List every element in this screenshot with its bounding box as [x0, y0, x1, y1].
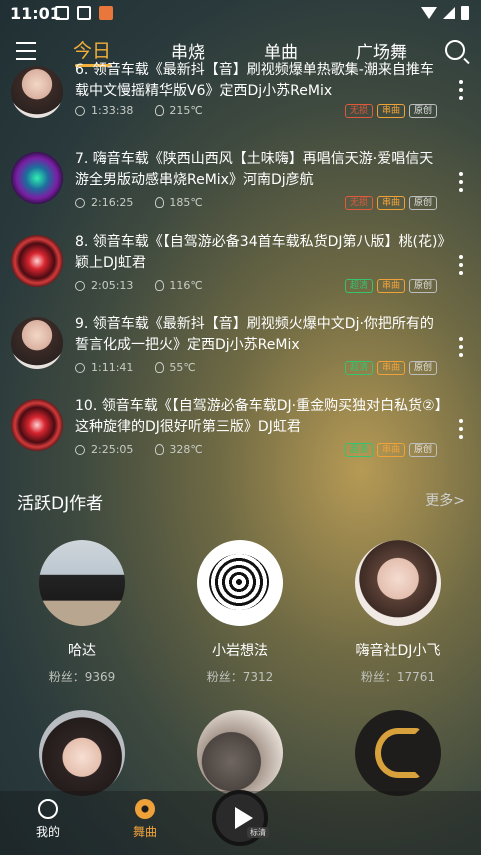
- badge-medley: 串曲: [376, 104, 405, 118]
- avatar: [197, 710, 283, 796]
- track-item[interactable]: 9. 领音车载《最新抖【音】刷视频火爆中文Dj·你把所有的誓言化成一把火》定西D…: [0, 316, 481, 397]
- dj-card[interactable]: 嗨音社DJ小飞 粉丝：17761: [328, 540, 468, 685]
- badge-hd: 超清: [344, 443, 373, 457]
- track-title: 7. 嗨音车载《陕西山西风【土味嗨】再唱信天游·爱唱信天游全男版动感串烧ReMi…: [75, 151, 434, 188]
- track-title: 9. 领音车载《最新抖【音】刷视频火爆中文Dj·你把所有的誓言化成一把火》定西D…: [75, 316, 434, 353]
- badge-medley: 串曲: [376, 361, 405, 375]
- track-duration: 1:11:41: [91, 361, 134, 374]
- track-heat: 116℃: [169, 279, 203, 292]
- track-item[interactable]: 7. 嗨音车载《陕西山西风【土味嗨】再唱信天游·爱唱信天游全男版动感串烧ReMi…: [0, 151, 481, 232]
- section-title: 活跃DJ作者: [17, 494, 104, 514]
- quality-tag: 标清: [247, 827, 269, 838]
- avatar: [197, 540, 283, 626]
- notification-icon: [77, 6, 91, 20]
- track-item[interactable]: 10. 领音车载《【自驾游必备车载DJ·重金购买独对白私货②】这种旋律的DJ很好…: [0, 398, 481, 479]
- track-heat: 328℃: [169, 443, 203, 456]
- dj-card[interactable]: [12, 710, 152, 796]
- more-options-icon[interactable]: [459, 255, 463, 279]
- clock-icon: [75, 197, 85, 208]
- status-bar: 11:01: [0, 0, 481, 26]
- track-cover: [11, 399, 63, 451]
- more-options-icon[interactable]: [459, 80, 463, 104]
- signal-icon: [443, 7, 455, 19]
- dj-name: 小岩想法: [212, 643, 268, 659]
- track-duration: 2:16:25: [91, 196, 134, 209]
- smile-icon: [38, 799, 58, 819]
- track-cover: [11, 317, 63, 369]
- tab-today[interactable]: 今日: [73, 36, 111, 63]
- nav-mine-label: 我的: [35, 825, 60, 839]
- menu-icon[interactable]: [16, 42, 36, 66]
- track-cover: [11, 66, 63, 118]
- avatar: [355, 710, 441, 796]
- avatar: [39, 540, 125, 626]
- clock-icon: [75, 280, 85, 291]
- badge-original: 原创: [408, 443, 437, 457]
- dj-name: 嗨音社DJ小飞: [355, 643, 441, 659]
- track-item[interactable]: 6. 领音车载《最新抖【音】刷视频爆单热歌集-潮来自推车载中文慢摇精华版V6》定…: [0, 62, 481, 146]
- more-options-icon[interactable]: [459, 337, 463, 361]
- track-title: 8. 领音车载《【自驾游必备34首车载私货DJ第八版】桃(花)》颖上DJ虹君: [75, 234, 445, 271]
- badge-hd: 超清: [344, 279, 373, 293]
- badge-original: 原创: [408, 104, 437, 118]
- status-time: 11:01: [10, 4, 61, 23]
- nav-mine[interactable]: 我的: [18, 799, 78, 840]
- dj-name: 哈达: [68, 643, 96, 659]
- track-heat: 185℃: [169, 196, 203, 209]
- battery-icon: [461, 6, 469, 20]
- dj-card[interactable]: 哈达 粉丝：9369: [12, 540, 152, 685]
- dj-card[interactable]: [328, 710, 468, 796]
- nav-dance-label: 舞曲: [132, 825, 157, 839]
- avatar: [39, 710, 125, 796]
- badge-medley: 串曲: [376, 443, 405, 457]
- track-cover: [11, 152, 63, 204]
- more-options-icon[interactable]: [459, 419, 463, 443]
- track-duration: 2:05:13: [91, 279, 134, 292]
- track-duration: 2:25:05: [91, 443, 134, 456]
- heat-icon: [155, 362, 165, 373]
- dj-fans: 粉丝：7312: [206, 670, 274, 684]
- avatar: [355, 540, 441, 626]
- dj-fans: 粉丝：9369: [48, 670, 116, 684]
- heat-icon: [155, 105, 165, 116]
- badge-lossless: 无损: [344, 104, 373, 118]
- badge-lossless: 无损: [344, 196, 373, 210]
- track-title: 10. 领音车载《【自驾游必备车载DJ·重金购买独对白私货②】这种旋律的DJ很好…: [75, 398, 442, 435]
- badge-hd: 超清: [344, 361, 373, 375]
- search-icon[interactable]: [445, 40, 465, 60]
- track-cover: [11, 235, 63, 287]
- track-duration: 1:33:38: [91, 104, 134, 117]
- nav-dance[interactable]: 舞曲: [115, 799, 175, 840]
- more-options-icon[interactable]: [459, 172, 463, 196]
- badge-original: 原创: [408, 361, 437, 375]
- track-heat: 215℃: [169, 104, 203, 117]
- dj-fans: 粉丝：17761: [360, 670, 436, 684]
- badge-original: 原创: [408, 279, 437, 293]
- track-item[interactable]: 8. 领音车载《【自驾游必备34首车载私货DJ第八版】桃(花)》颖上DJ虹君 2…: [0, 234, 481, 315]
- dj-card[interactable]: [170, 710, 310, 796]
- track-title: 6. 领音车载《最新抖【音】刷视频爆单热歌集-潮来自推车载中文慢摇精华版V6》定…: [75, 62, 434, 99]
- heat-icon: [155, 197, 165, 208]
- more-link[interactable]: 更多>: [425, 490, 465, 510]
- badge-original: 原创: [408, 196, 437, 210]
- app-notification-icon: [99, 6, 113, 20]
- wifi-icon: [421, 7, 437, 19]
- dj-card[interactable]: 小岩想法 粉丝：7312: [170, 540, 310, 685]
- clock-icon: [75, 444, 85, 455]
- notification-icon: [55, 6, 69, 20]
- clock-icon: [75, 362, 85, 373]
- track-heat: 55℃: [169, 361, 196, 374]
- badge-medley: 串曲: [376, 279, 405, 293]
- clock-icon: [75, 105, 85, 116]
- badge-medley: 串曲: [376, 196, 405, 210]
- heat-icon: [155, 280, 165, 291]
- heat-icon: [155, 444, 165, 455]
- disc-icon: [135, 799, 155, 819]
